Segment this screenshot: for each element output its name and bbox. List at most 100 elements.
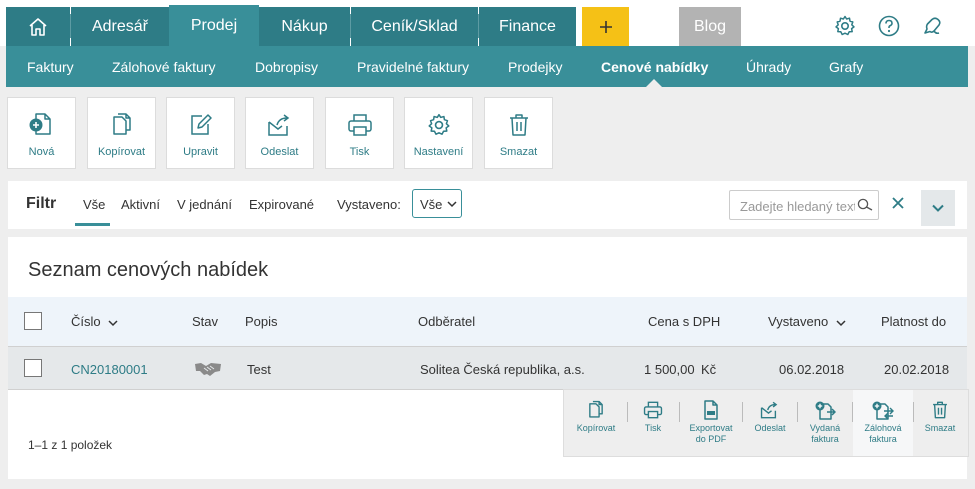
copy-button-label: Kopírovat bbox=[97, 146, 146, 158]
print-icon bbox=[347, 114, 372, 136]
subnav-item-faktury[interactable]: Faktury bbox=[27, 46, 74, 87]
gear-icon[interactable] bbox=[833, 14, 857, 38]
nav-item-nakup[interactable]: Nákup bbox=[259, 7, 350, 46]
filter-tab-expirovane[interactable]: Expirované bbox=[249, 197, 314, 212]
subnav-item-pravidelne-faktury[interactable]: Pravidelné faktury bbox=[357, 46, 469, 87]
row-action-copy[interactable]: Kopírovat bbox=[566, 390, 626, 456]
search-icon[interactable] bbox=[857, 198, 873, 212]
pagination-count: 1–1 z 1 položek bbox=[28, 438, 113, 452]
search-placeholder: Zadejte hledaný text bbox=[740, 199, 855, 214]
send-button[interactable]: Odeslat bbox=[245, 97, 314, 169]
vystaveno-select[interactable]: Vše bbox=[412, 189, 462, 218]
column-header-cena: Cena s DPH bbox=[648, 314, 721, 329]
subnav-item-dobropisy[interactable]: Dobropisy bbox=[255, 46, 318, 87]
gear-icon bbox=[427, 113, 450, 135]
column-header-label: Číslo bbox=[71, 314, 101, 329]
subnav-item-uhrady[interactable]: Úhrady bbox=[746, 46, 791, 87]
send-button-label: Odeslat bbox=[260, 146, 299, 158]
nav-item-prodej[interactable]: Prodej bbox=[169, 5, 259, 46]
home-icon bbox=[29, 17, 47, 36]
plus-button[interactable] bbox=[582, 7, 629, 46]
row-action-label: Odeslat bbox=[754, 423, 786, 433]
top-navigation: Adresář Prodej Nákup Ceník/Sklad Finance… bbox=[0, 0, 975, 46]
new-button-label: Nová bbox=[28, 146, 55, 158]
filter-tab-aktivni[interactable]: Aktivní bbox=[121, 197, 160, 212]
print-button-label: Tisk bbox=[349, 146, 370, 158]
row-action-export-pdf[interactable]: Exportovat do PDF bbox=[680, 390, 742, 456]
row-actions-menu: Kopírovat Tisk Exportovat do PDF Odeslat … bbox=[563, 389, 969, 457]
column-header-platnost: Platnost do bbox=[881, 314, 947, 329]
vystaveno-label: Vystaveno: bbox=[337, 197, 401, 212]
row-action-delete[interactable]: Smazat bbox=[914, 390, 966, 456]
send-icon bbox=[267, 114, 289, 136]
notifications-icon[interactable] bbox=[921, 14, 945, 38]
row-action-label-line2: faktura bbox=[869, 434, 897, 444]
row-action-label: Exportovat do PDF bbox=[689, 423, 732, 445]
row-platnost: 20.02.2018 bbox=[884, 362, 950, 377]
row-action-send[interactable]: Odeslat bbox=[743, 390, 797, 456]
settings-button[interactable]: Nastavení bbox=[404, 97, 473, 169]
row-action-label: Vydaná faktura bbox=[810, 423, 840, 445]
subnav-item-grafy[interactable]: Grafy bbox=[829, 46, 863, 87]
subnav-item-zalohove-faktury[interactable]: Zálohové faktury bbox=[112, 46, 216, 87]
close-icon[interactable] bbox=[891, 196, 905, 210]
select-all-checkbox[interactable] bbox=[24, 312, 42, 330]
send-icon bbox=[760, 401, 778, 419]
column-header-vystaveno[interactable]: Vystaveno bbox=[768, 314, 846, 329]
blog-button[interactable]: Blog bbox=[679, 7, 741, 46]
edit-button-label: Upravit bbox=[183, 146, 218, 158]
column-header-cislo[interactable]: Číslo bbox=[71, 314, 118, 329]
row-vystaveno: 06.02.2018 bbox=[779, 362, 845, 377]
trash-icon bbox=[509, 114, 528, 136]
print-icon bbox=[643, 401, 663, 419]
trash-icon bbox=[933, 401, 947, 419]
filter-tab-v-jednani[interactable]: V jednání bbox=[177, 197, 232, 212]
filter-tab-vse[interactable]: Vše bbox=[83, 197, 105, 212]
active-tab-caret bbox=[646, 79, 662, 87]
new-button[interactable]: Nová bbox=[7, 97, 76, 169]
edit-icon bbox=[190, 114, 212, 135]
row-popis: Test bbox=[247, 362, 271, 377]
nav-item-finance[interactable]: Finance bbox=[479, 7, 576, 46]
page-title: Seznam cenových nabídek bbox=[28, 259, 269, 281]
row-action-label-line1: Zálohová bbox=[864, 423, 902, 433]
subnav-item-prodejky[interactable]: Prodejky bbox=[508, 46, 562, 87]
row-action-label-line1: Exportovat bbox=[689, 423, 733, 433]
delete-button[interactable]: Smazat bbox=[484, 97, 553, 169]
row-mena: Kč bbox=[701, 362, 717, 377]
nav-item-adresar[interactable]: Adresář bbox=[71, 7, 169, 46]
active-tab-underline bbox=[75, 223, 110, 226]
expand-filter-button[interactable] bbox=[921, 190, 955, 226]
copy-button[interactable]: Kopírovat bbox=[87, 97, 156, 169]
row-action-advance-invoice[interactable]: Zálohová faktura bbox=[853, 390, 913, 456]
column-header-label: Vystaveno bbox=[768, 314, 829, 329]
row-checkbox[interactable] bbox=[24, 359, 42, 377]
sort-chevron-icon bbox=[836, 320, 846, 326]
help-icon[interactable] bbox=[877, 14, 901, 38]
home-button[interactable] bbox=[6, 7, 70, 46]
edit-button[interactable]: Upravit bbox=[166, 97, 235, 169]
chevron-down-icon bbox=[447, 201, 457, 208]
row-action-label: Tisk bbox=[644, 423, 662, 433]
column-header-stav: Stav bbox=[192, 314, 219, 329]
row-cena: 1 500,00 bbox=[644, 362, 695, 377]
row-action-issued-invoice[interactable]: Vydaná faktura bbox=[798, 390, 852, 456]
table-row[interactable]: CN20180001 Test Solitea Česká republika,… bbox=[8, 346, 967, 390]
row-action-label-line1: Vydaná bbox=[809, 423, 841, 433]
table-header: Číslo Stav Popis Odběratel Cena s DPH Vy… bbox=[8, 297, 967, 346]
row-action-print[interactable]: Tisk bbox=[628, 390, 678, 456]
handshake-icon bbox=[195, 363, 221, 376]
filter-title: Filtr bbox=[26, 195, 57, 212]
copy-icon bbox=[589, 400, 603, 418]
sub-navigation: Faktury Zálohové faktury Dobropisy Pravi… bbox=[6, 46, 968, 87]
pdf-icon bbox=[704, 400, 718, 420]
column-header-popis: Popis bbox=[245, 314, 278, 329]
row-action-label: Kopírovat bbox=[576, 423, 616, 433]
nav-item-cenik-sklad[interactable]: Ceník/Sklad bbox=[351, 7, 478, 46]
quote-number-link[interactable]: CN20180001 bbox=[71, 362, 148, 377]
print-button[interactable]: Tisk bbox=[325, 97, 394, 169]
vystaveno-value: Vše bbox=[420, 197, 443, 212]
search-input[interactable]: Zadejte hledaný text bbox=[729, 190, 879, 220]
chevron-down-icon bbox=[932, 204, 944, 212]
advance-invoice-icon bbox=[872, 401, 894, 420]
